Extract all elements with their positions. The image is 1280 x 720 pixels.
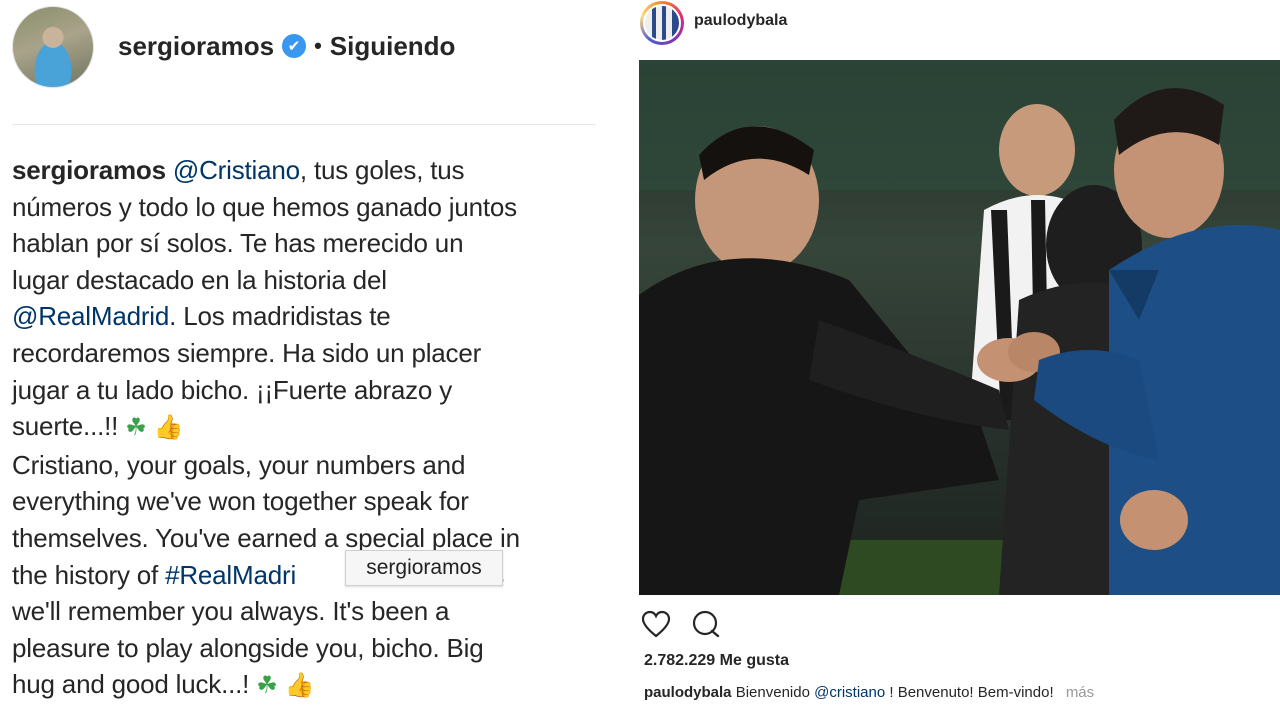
panel-gap [622,0,632,720]
more-link[interactable]: más [1066,684,1094,701]
caption-text: everything we've won together speak for [12,486,469,517]
post-photo[interactable] [639,60,1280,595]
caption-text: , tus goles, tus [299,155,465,185]
header-divider [12,124,596,125]
thumbs-up-emoji-icon: 👍 [153,414,184,442]
caption-text: the history of [12,559,166,590]
thumbs-up-emoji-icon: 👍 [284,672,315,700]
likes-label: Me gusta [719,652,789,669]
caption-username[interactable]: paulodybala [644,684,732,701]
header-username[interactable]: sergioramos [118,31,274,62]
hashtag-realmadrid-link[interactable]: #RealMadri [165,560,296,590]
caption-text: pleasure to play alongside you, bicho. B… [12,632,484,663]
post-header: sergioramos ✔ • Siguiendo [118,28,455,64]
username-tooltip: sergioramos [345,550,503,586]
heart-icon[interactable] [640,608,672,640]
mention-cristiano-link[interactable]: @cristiano [814,684,885,701]
caption-text: hablan por sí solos. Te has merecido un [12,228,464,259]
photo-illustration [639,60,1280,595]
caption-text: . Los madridistas te [169,301,391,332]
right-post-panel: paulodybala 2.782.229 Me gusta paulodyba… [632,0,1280,720]
caption-text: hug and good luck...! [12,669,257,700]
caption-text: we'll remember you always. It's been a [12,596,450,627]
likes-count[interactable]: 2.782.229 Me gusta [644,652,789,670]
profile-avatar-paulodybala[interactable] [643,4,681,42]
caption-text: suerte...!! [12,411,126,442]
follow-status-button[interactable]: Siguiendo [330,31,456,62]
caption-username[interactable]: sergioramos [12,155,166,185]
caption-text: números y todo lo que hemos ganado junto… [12,191,517,222]
mention-realmadrid-link[interactable]: @RealMadrid [12,301,169,331]
clover-emoji-icon: ☘ [125,414,147,442]
header-separator: • [314,33,322,58]
clover-emoji-icon: ☘ [256,672,278,700]
profile-avatar-sergioramos[interactable] [12,6,94,88]
caption-text: lugar destacado en la historia del [12,264,387,295]
header-username[interactable]: paulodybala [694,12,787,30]
post-caption: sergioramos @Cristiano, tus goles, tus n… [12,152,606,705]
post-caption: paulodybala Bienvenido @cristiano ! Benv… [644,684,1094,701]
caption-text: Cristiano, your goals, your numbers and [12,449,466,480]
post-actions [640,608,722,640]
caption-text: recordaremos siempre. Ha sido un placer [12,337,482,368]
mention-cristiano-link[interactable]: @Cristiano [173,155,300,185]
story-ring[interactable] [640,1,684,45]
verified-badge-icon: ✔ [282,34,307,58]
comment-icon[interactable] [690,608,722,640]
left-post-panel: sergioramos ✔ • Siguiendo sergioramos @C… [0,0,622,720]
caption-text: jugar a tu lado bicho. ¡¡Fuerte abrazo y [12,374,453,405]
caption-text: Bienvenido [735,684,815,701]
caption-text: ! Benvenuto! Bem-vindo! [885,684,1054,701]
caption-text: themselves. You've earned a special plac… [12,522,520,553]
likes-number: 2.782.229 [644,652,716,669]
